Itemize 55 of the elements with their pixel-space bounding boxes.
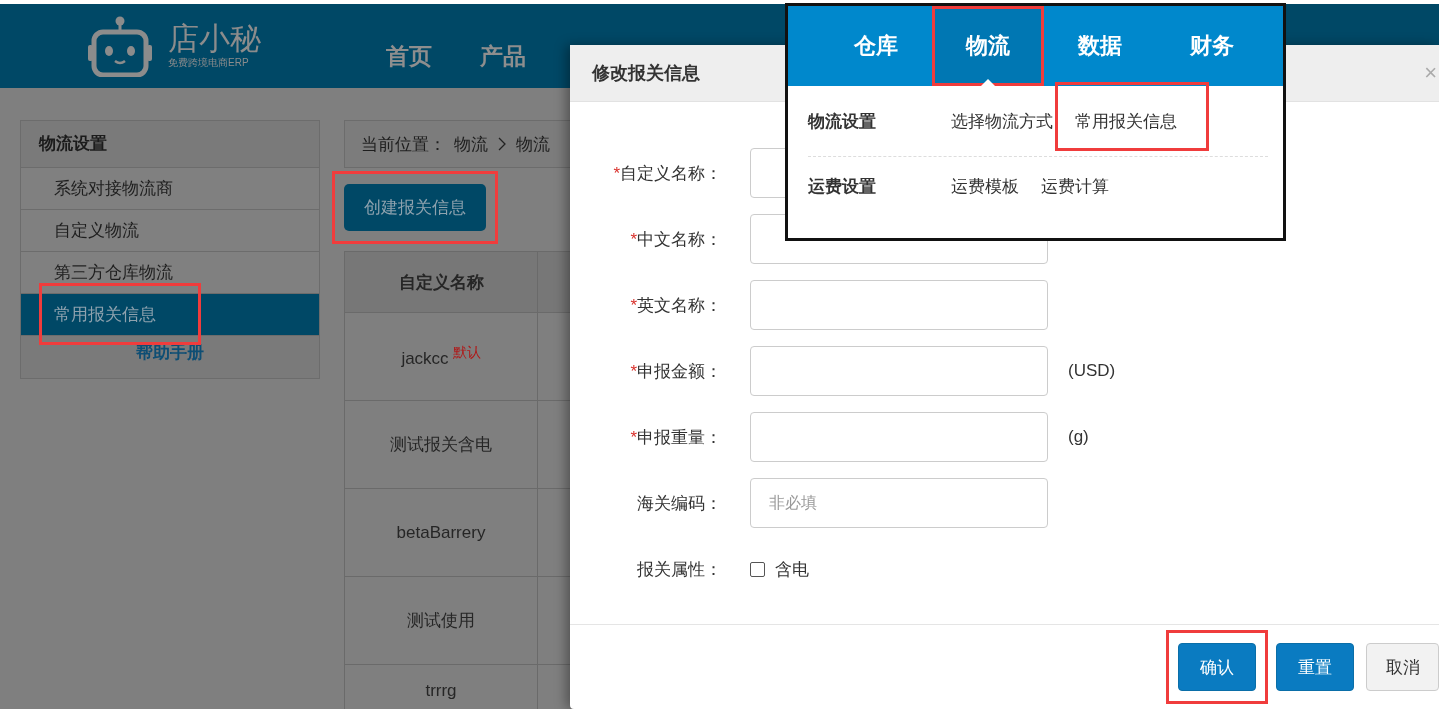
table-cell: 测试报关含电 — [390, 435, 492, 454]
menu-group-title: 运费设置 — [808, 175, 877, 198]
field-label: 英文名称： — [637, 295, 722, 315]
checkbox[interactable] — [750, 561, 765, 577]
input-field[interactable] — [750, 346, 1048, 396]
field-label: 海关编码： — [637, 493, 722, 513]
input-field[interactable] — [750, 280, 1048, 330]
logo-tagline: 免费跨境电商ERP — [168, 56, 250, 70]
input-field[interactable] — [750, 412, 1048, 462]
breadcrumb-link[interactable]: 物流 — [516, 132, 550, 156]
sidebar-item[interactable]: 常用报关信息 — [21, 294, 319, 336]
cancel-button[interactable]: 取消 — [1366, 643, 1439, 691]
input-field[interactable]: 非必填 — [750, 478, 1048, 528]
table-cell: jackcc — [401, 348, 449, 368]
breadcrumb-link[interactable]: 物流 — [454, 132, 488, 156]
nav-item[interactable]: 首页 — [386, 40, 432, 72]
table-cell: betaBarrery — [396, 522, 486, 542]
checkbox-label: 含电 — [775, 558, 809, 581]
logo-name: 店小秘 — [168, 22, 261, 56]
menu-link[interactable]: 运费模板 — [951, 176, 1019, 196]
required-mark: * — [630, 229, 637, 249]
table-cell: trrrg — [425, 681, 457, 700]
robot-logo-icon — [86, 15, 154, 77]
field-label: 中文名称： — [637, 229, 722, 249]
required-mark: * — [630, 361, 637, 381]
required-mark: * — [630, 427, 637, 447]
menu-link[interactable]: 常用报关信息 — [1075, 111, 1177, 131]
sidebar-item[interactable]: 自定义物流 — [21, 210, 319, 252]
nav-tab[interactable]: 仓库 — [820, 6, 932, 86]
field-label: 申报重量： — [637, 427, 722, 447]
breadcrumb-label: 当前位置： — [361, 133, 446, 156]
chevron-right-icon — [498, 137, 506, 151]
nav-tab[interactable]: 数据 — [1044, 6, 1156, 86]
confirm-button[interactable]: 确认 — [1178, 643, 1256, 691]
sidebar-item[interactable]: 第三方仓库物流 — [21, 252, 319, 294]
column-header: 自定义名称 — [344, 251, 538, 313]
unit-label: (USD) — [1068, 361, 1116, 381]
sidebar-item[interactable]: 系统对接物流商 — [21, 168, 319, 210]
dialog-title: 修改报关信息 — [592, 62, 700, 85]
reset-button[interactable]: 重置 — [1276, 643, 1354, 691]
required-mark: * — [630, 295, 637, 315]
nav-tab[interactable]: 财务 — [1156, 6, 1268, 86]
unit-label: (g) — [1068, 427, 1089, 447]
menu-link[interactable]: 选择物流方式 — [951, 111, 1053, 131]
default-tag: 默认 — [452, 344, 481, 361]
field-label: 申报金额： — [637, 361, 722, 381]
create-customs-info-button[interactable]: 创建报关信息 — [344, 184, 486, 231]
menu-group-title: 物流设置 — [808, 110, 877, 133]
required-mark: * — [613, 163, 620, 183]
menu-link[interactable]: 运费计算 — [1041, 176, 1109, 196]
field-label: 报关属性： — [637, 559, 722, 579]
nav-item[interactable]: 产品 — [480, 40, 526, 72]
table-cell: 测试使用 — [407, 611, 475, 630]
field-label: 自定义名称： — [620, 163, 722, 183]
nav-tab[interactable]: 物流 — [932, 6, 1044, 86]
